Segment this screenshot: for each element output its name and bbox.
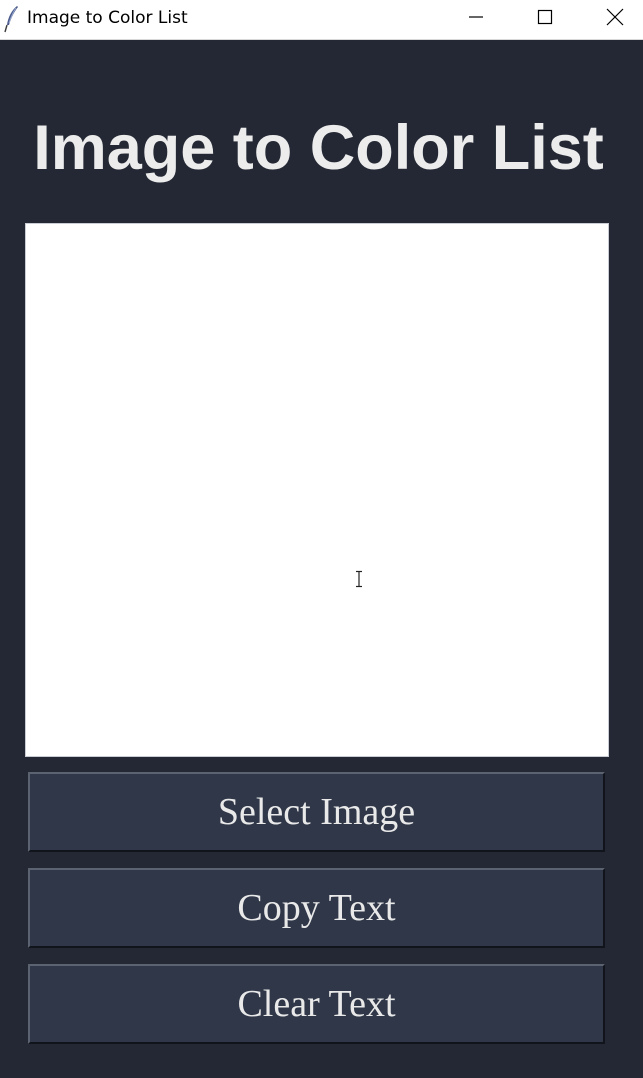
maximize-icon xyxy=(537,9,553,25)
clear-text-button[interactable]: Clear Text xyxy=(28,964,605,1044)
color-list-text-area[interactable] xyxy=(25,223,609,757)
copy-text-button[interactable]: Copy Text xyxy=(28,868,605,948)
minimize-button[interactable] xyxy=(446,0,506,34)
feather-icon xyxy=(4,5,20,33)
close-icon xyxy=(606,8,624,26)
window-titlebar: Image to Color List xyxy=(0,0,643,40)
main-panel: Image to Color List Select Image Copy Te… xyxy=(0,40,643,1078)
maximize-button[interactable] xyxy=(515,0,575,34)
select-image-button[interactable]: Select Image xyxy=(28,772,605,852)
close-button[interactable] xyxy=(585,0,643,34)
page-title: Image to Color List xyxy=(33,113,604,183)
text-cursor-icon xyxy=(354,570,364,588)
minimize-icon xyxy=(468,9,484,25)
window-title: Image to Color List xyxy=(27,8,188,28)
